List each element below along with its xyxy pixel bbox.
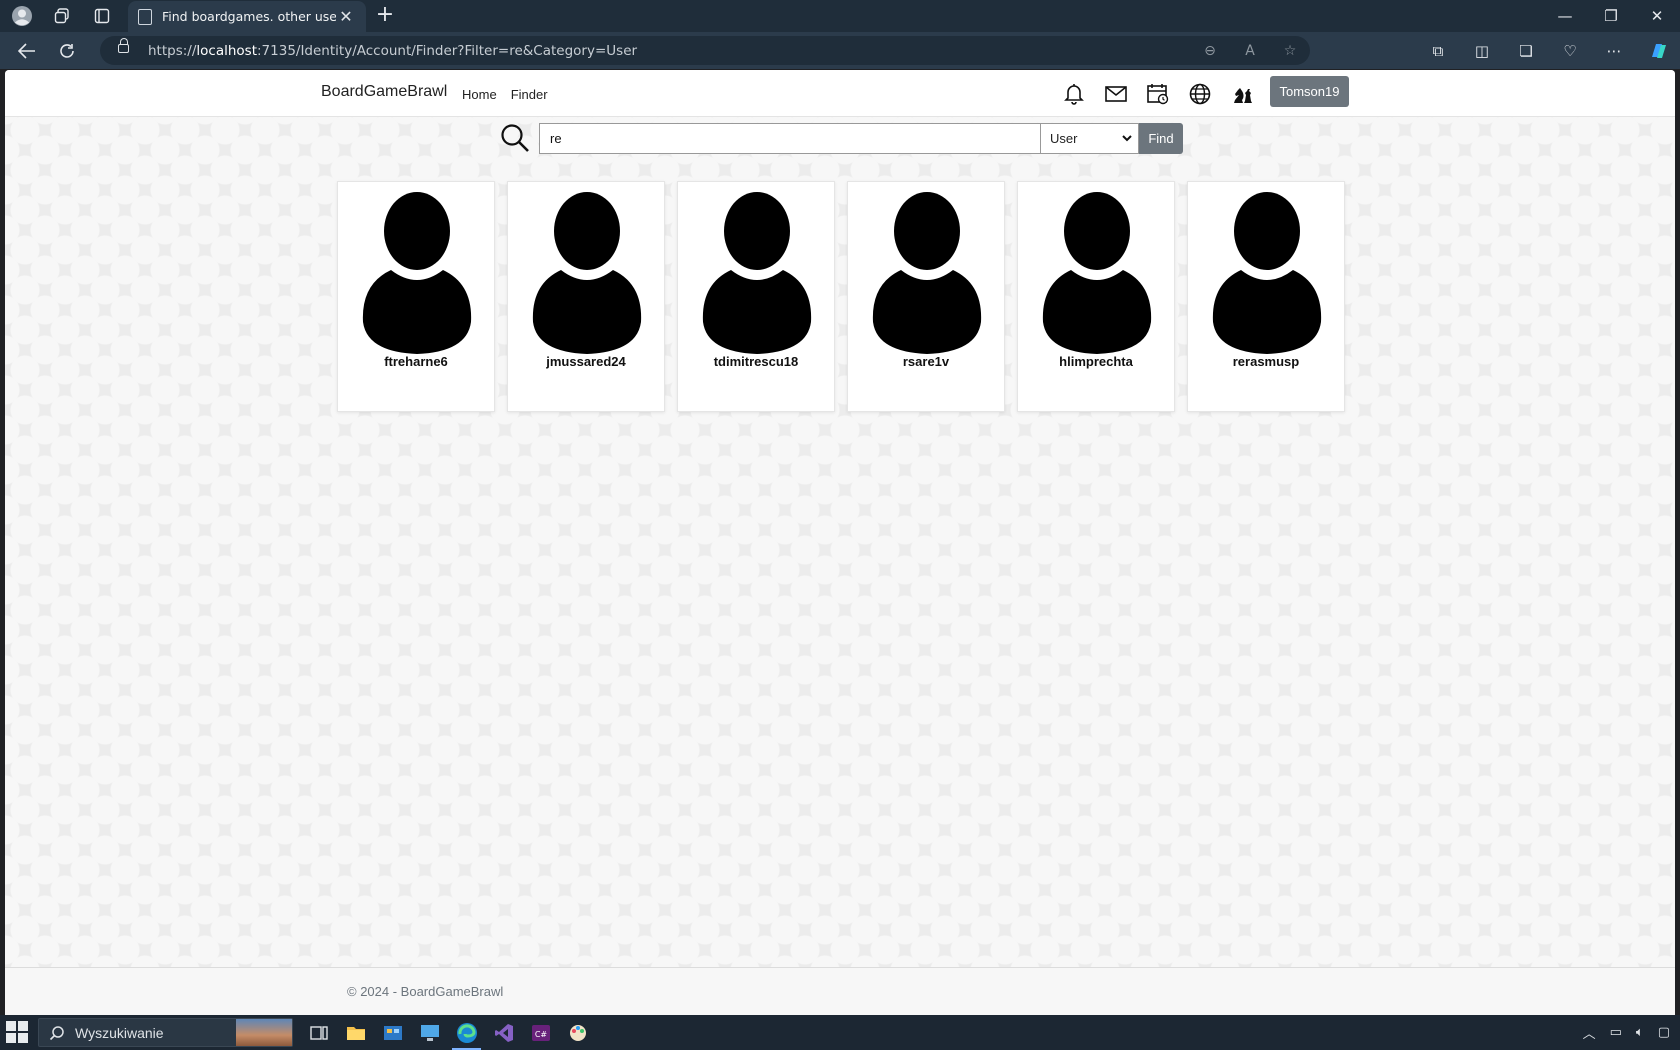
file-explorer-icon[interactable] (337, 1015, 374, 1050)
new-tab-icon[interactable]: + (372, 4, 398, 28)
tray-chevron-up-icon[interactable]: ︿ (1583, 1023, 1596, 1042)
category-select[interactable]: User (1041, 122, 1139, 154)
user-card-name: ftreharne6 (384, 354, 448, 369)
refresh-icon[interactable] (52, 36, 82, 66)
nav-home-link[interactable]: Home (462, 87, 497, 102)
extensions-icon[interactable]: ⧉ (1416, 36, 1460, 66)
copilot-icon[interactable] (1636, 36, 1680, 66)
taskbar-search-placeholder: Wyszukiwanie (75, 1024, 164, 1041)
task-view-icon[interactable] (300, 1015, 337, 1050)
globe-icon[interactable] (1186, 81, 1214, 107)
user-card[interactable]: hlimprechta (1017, 181, 1175, 412)
user-avatar-icon (362, 192, 472, 354)
user-card[interactable]: ftreharne6 (337, 181, 495, 412)
url-rest: :7135/Identity/Account/Finder?Filter=re&… (257, 42, 638, 59)
close-tab-icon[interactable]: ✕ (336, 7, 356, 26)
visual-studio-icon[interactable] (485, 1015, 522, 1050)
user-card[interactable]: tdimitrescu18 (677, 181, 835, 412)
browser-address-bar: https://localhost:7135/Identity/Account/… (0, 32, 1680, 69)
user-card[interactable]: rsare1v (847, 181, 1005, 412)
csharp-project-icon[interactable]: C# (522, 1015, 559, 1050)
user-card-name: hlimprechta (1059, 354, 1133, 369)
zoom-icon[interactable]: ⊖ (1190, 43, 1230, 59)
user-card[interactable]: rerasmusp (1187, 181, 1345, 412)
url-prefix: https:// (148, 42, 197, 59)
tab-actions-icon[interactable] (82, 0, 122, 32)
user-avatar-icon (1042, 192, 1152, 354)
favorite-star-icon[interactable]: ☆ (1270, 43, 1310, 59)
find-button[interactable]: Find (1139, 122, 1183, 154)
network-icon[interactable]: ▭ (1610, 1025, 1622, 1040)
nav-finder-link[interactable]: Finder (511, 87, 548, 102)
user-card-name: rsare1v (902, 354, 950, 369)
close-window-icon[interactable]: ✕ (1634, 0, 1680, 32)
browser-tab-active[interactable]: Find boardgames. other users an ✕ (128, 1, 366, 32)
mail-icon[interactable] (1102, 81, 1130, 107)
user-avatar-icon (702, 192, 812, 354)
browser-tab-strip: Find boardgames. other users an ✕ + — ❐ … (0, 0, 1680, 32)
search-icon (49, 1026, 64, 1041)
chevron-down-icon (1122, 134, 1132, 141)
search-icon (495, 122, 535, 154)
user-card[interactable]: jmussared24 (507, 181, 665, 412)
user-avatar-icon (1212, 192, 1322, 354)
user-card-name: rerasmusp (1232, 354, 1300, 369)
windows-taskbar: Wyszukiwanie C# ︿ ▭ 🔈︎ ▢ (0, 1015, 1680, 1050)
header-icons (1060, 81, 1256, 107)
notifications-icon[interactable]: ▢ (1658, 1025, 1670, 1040)
system-tray: ︿ ▭ 🔈︎ ▢ (1583, 1015, 1670, 1050)
tab-title: Find boardgames. other users an (162, 9, 336, 24)
search-highlight-image (236, 1019, 292, 1046)
user-card-name: tdimitrescu18 (713, 354, 799, 369)
back-arrow-icon[interactable] (12, 36, 42, 66)
taskbar-search-box[interactable]: Wyszukiwanie (38, 1018, 293, 1047)
window-controls: — ❐ ✕ (1542, 0, 1680, 32)
document-icon (138, 8, 152, 25)
url-host: localhost (196, 42, 257, 59)
edge-browser-icon[interactable] (448, 1015, 485, 1050)
chess-pieces-icon[interactable] (1228, 81, 1256, 107)
collections-icon[interactable]: ❏ (1504, 36, 1548, 66)
finder-search-form: re User Find (495, 122, 1183, 154)
user-avatar-icon (872, 192, 982, 354)
control-panel-icon[interactable] (374, 1015, 411, 1050)
volume-icon[interactable]: 🔈︎ (1636, 1025, 1644, 1040)
performance-icon[interactable]: ♡ (1548, 36, 1592, 66)
restore-icon[interactable]: ❐ (1588, 0, 1634, 32)
site-nav: Home Finder (462, 87, 548, 102)
footer-copyright: © 2024 - BoardGameBrawl (347, 984, 504, 999)
site-header: BoardGameBrawl Home Finder Tomson19 (5, 70, 1675, 117)
calendar-icon[interactable] (1144, 81, 1172, 107)
profile-icon[interactable] (2, 0, 42, 32)
user-account-button[interactable]: Tomson19 (1270, 76, 1349, 107)
minimize-icon[interactable]: — (1542, 0, 1588, 32)
windows-start-icon[interactable] (6, 1021, 28, 1043)
taskbar-apps: C# (300, 1015, 596, 1050)
read-aloud-icon[interactable]: A (1230, 43, 1270, 59)
search-input-value: re (550, 130, 562, 146)
user-card-name: jmussared24 (546, 354, 626, 369)
browser-toolbar: ⧉ ◫ ❏ ♡ ⋯ (1416, 36, 1680, 66)
category-select-value: User (1050, 130, 1078, 146)
site-footer: © 2024 - BoardGameBrawl (5, 967, 1675, 1015)
paint-icon[interactable] (559, 1015, 596, 1050)
svg-text:C#: C# (534, 1030, 547, 1039)
bell-icon[interactable] (1060, 81, 1088, 107)
more-menu-icon[interactable]: ⋯ (1592, 36, 1636, 66)
search-input[interactable]: re (539, 122, 1041, 154)
split-screen-icon[interactable]: ◫ (1460, 36, 1504, 66)
remote-desktop-icon[interactable] (411, 1015, 448, 1050)
user-results: ftreharne6 jmussared24 tdimitrescu18 rsa… (337, 181, 1345, 412)
workspaces-icon[interactable] (42, 0, 82, 32)
site-brand-link[interactable]: BoardGameBrawl (321, 83, 447, 101)
user-avatar-icon (532, 192, 642, 354)
url-field[interactable]: https://localhost:7135/Identity/Account/… (100, 36, 1310, 65)
page-content: BoardGameBrawl Home Finder Tomson19 re U… (5, 70, 1675, 1015)
lock-icon[interactable] (118, 38, 129, 53)
